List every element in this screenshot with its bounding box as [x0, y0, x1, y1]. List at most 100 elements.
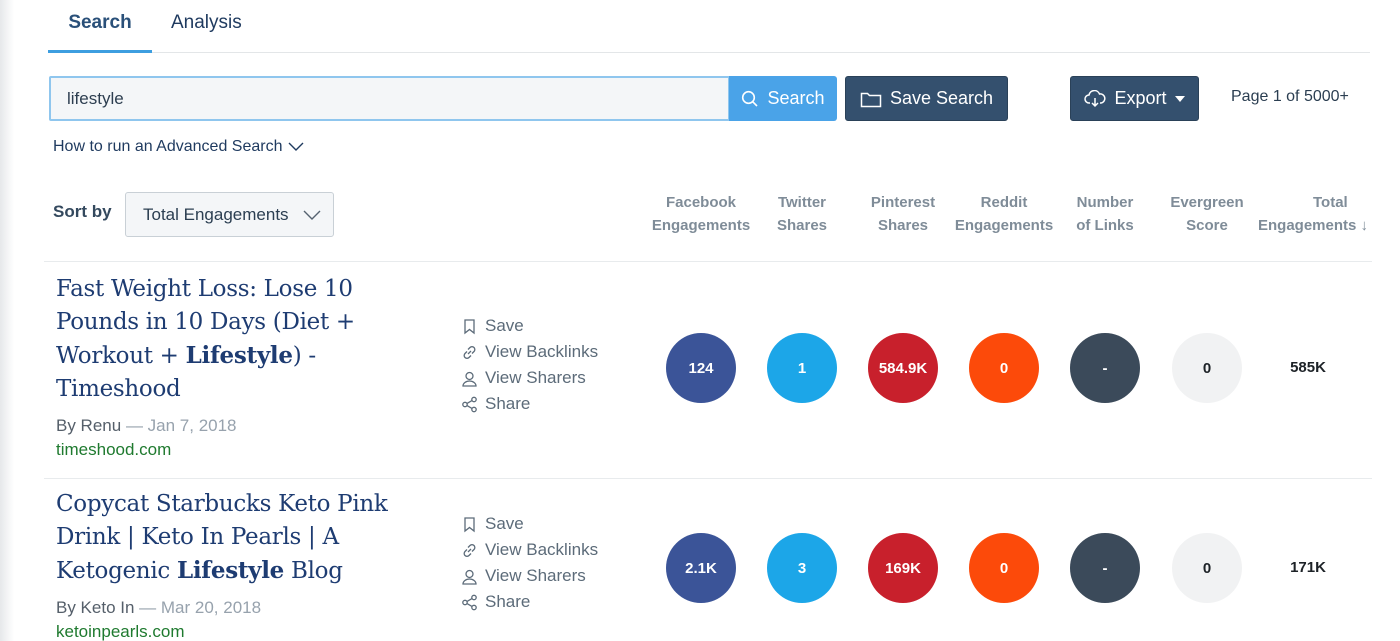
- publish-date: — Jan 7, 2018: [125, 416, 237, 435]
- search-field-wrapper: [49, 76, 730, 121]
- share-action[interactable]: Share: [461, 589, 598, 615]
- advanced-search-link[interactable]: How to run an Advanced Search: [53, 138, 304, 156]
- row-divider: [44, 478, 1372, 479]
- share-action[interactable]: Share: [461, 391, 598, 417]
- column-header-links[interactable]: Number of Links: [1050, 191, 1160, 237]
- reddit-engagements-badge: 0: [969, 333, 1039, 403]
- column-header-line: Engagements: [651, 217, 751, 234]
- column-header-total[interactable]: Total Engagements ↓: [1254, 191, 1384, 237]
- result-title-link[interactable]: Copycat Starbucks Keto Pink Drink | Keto…: [56, 488, 406, 588]
- column-header-line: Shares: [877, 217, 929, 234]
- view-backlinks-label: View Backlinks: [485, 342, 599, 361]
- view-backlinks-action[interactable]: View Backlinks: [461, 537, 598, 563]
- column-header-facebook[interactable]: Facebook Engagements: [646, 191, 756, 237]
- column-header-line: Facebook: [665, 194, 737, 211]
- view-backlinks-label: View Backlinks: [485, 540, 599, 559]
- pinterest-shares-badge: 584.9K: [868, 333, 938, 403]
- share-icon: [462, 396, 477, 412]
- column-header-line: Total: [1313, 194, 1348, 211]
- tab-analysis[interactable]: Analysis: [171, 12, 242, 53]
- publish-date: — Mar 20, 2018: [139, 598, 262, 617]
- search-icon: [742, 90, 759, 107]
- column-header-line: Score: [1186, 217, 1228, 234]
- result-byline: By Renu — Jan 7, 2018: [56, 416, 237, 436]
- column-header-line: Engagements ↓: [1258, 217, 1369, 234]
- search-input[interactable]: [51, 78, 728, 119]
- result-domain[interactable]: ketoinpearls.com: [56, 622, 185, 641]
- save-search-button[interactable]: Save Search: [845, 76, 1008, 121]
- chevron-down-icon: [288, 142, 304, 151]
- save-action[interactable]: Save: [461, 313, 598, 339]
- folder-icon: [860, 92, 882, 107]
- cloud-download-icon: [1084, 89, 1107, 107]
- save-action[interactable]: Save: [461, 511, 598, 537]
- total-engagements-value: 585K: [1290, 359, 1326, 376]
- column-header-line: Twitter: [777, 194, 827, 211]
- result-domain[interactable]: timeshood.com: [56, 440, 171, 460]
- column-header-line: Evergreen: [1170, 194, 1244, 211]
- column-header-twitter[interactable]: Twitter Shares: [747, 191, 857, 237]
- link-icon: [463, 543, 476, 557]
- share-icon: [462, 594, 477, 610]
- result-title-link[interactable]: Fast Weight Loss: Lose 10 Pounds in 10 D…: [56, 273, 406, 406]
- save-action-label: Save: [485, 514, 524, 533]
- title-keyword: Lifestyle: [176, 557, 285, 584]
- export-button[interactable]: Export: [1070, 76, 1199, 121]
- search-button-label: Search: [767, 88, 825, 108]
- left-panel-edge: [0, 0, 14, 641]
- title-text: Blog: [284, 558, 343, 584]
- number-of-links-badge[interactable]: -: [1070, 533, 1140, 603]
- facebook-engagements-badge: 124: [666, 333, 736, 403]
- bookmark-icon: [464, 318, 475, 334]
- tab-search[interactable]: Search: [48, 12, 152, 53]
- twitter-shares-badge: 1: [767, 333, 837, 403]
- chevron-down-icon: [303, 210, 321, 220]
- total-engagements-value: 171K: [1290, 559, 1326, 576]
- save-search-label: Save Search: [889, 88, 994, 108]
- caret-down-icon: [1174, 95, 1185, 102]
- link-icon: [463, 345, 476, 359]
- row-divider: [44, 261, 1372, 262]
- author[interactable]: By Keto In: [56, 598, 134, 617]
- view-sharers-label: View Sharers: [485, 566, 586, 585]
- column-header-line: of Links: [1076, 217, 1134, 234]
- result-byline: By Keto In — Mar 20, 2018: [56, 598, 261, 618]
- tab-bar: Search Analysis: [48, 0, 1370, 53]
- sort-dropdown[interactable]: Total Engagements: [125, 192, 334, 237]
- pinterest-shares-badge: 169K: [868, 533, 938, 603]
- evergreen-score-badge: 0: [1172, 333, 1242, 403]
- user-icon: [462, 569, 477, 585]
- column-header-evergreen[interactable]: Evergreen Score: [1152, 191, 1262, 237]
- column-header-line: Pinterest: [870, 194, 936, 211]
- search-button[interactable]: Search: [729, 76, 837, 121]
- column-header-pinterest[interactable]: Pinterest Shares: [848, 191, 958, 237]
- facebook-engagements-badge: 2.1K: [666, 533, 736, 603]
- number-of-links-badge[interactable]: -: [1070, 333, 1140, 403]
- advanced-search-label: How to run an Advanced Search: [53, 138, 283, 155]
- evergreen-score-badge: 0: [1172, 533, 1242, 603]
- view-sharers-action[interactable]: View Sharers: [461, 365, 598, 391]
- column-header-line: Number: [1076, 194, 1134, 211]
- pagination-status: Page 1 of 5000+: [1231, 88, 1349, 105]
- column-header-line: Engagements: [954, 217, 1054, 234]
- author[interactable]: By Renu: [56, 416, 121, 435]
- view-sharers-action[interactable]: View Sharers: [461, 563, 598, 589]
- result-actions: Save View Backlinks View Sharers Share: [461, 313, 598, 417]
- title-keyword: Lifestyle: [185, 342, 293, 369]
- view-sharers-label: View Sharers: [485, 368, 586, 387]
- column-header-line: Shares: [776, 217, 828, 234]
- view-backlinks-action[interactable]: View Backlinks: [461, 339, 598, 365]
- export-label: Export: [1114, 88, 1167, 108]
- share-action-label: Share: [485, 394, 531, 413]
- bookmark-icon: [464, 516, 475, 532]
- reddit-engagements-badge: 0: [969, 533, 1039, 603]
- save-action-label: Save: [485, 316, 524, 335]
- share-action-label: Share: [485, 592, 531, 611]
- sort-selected-value: Total Engagements: [143, 204, 289, 224]
- result-actions: Save View Backlinks View Sharers Share: [461, 511, 598, 615]
- user-icon: [462, 371, 477, 387]
- column-header-line: Reddit: [980, 194, 1028, 211]
- twitter-shares-badge: 3: [767, 533, 837, 603]
- sort-label: Sort by: [53, 202, 112, 221]
- column-header-reddit[interactable]: Reddit Engagements: [949, 191, 1059, 237]
